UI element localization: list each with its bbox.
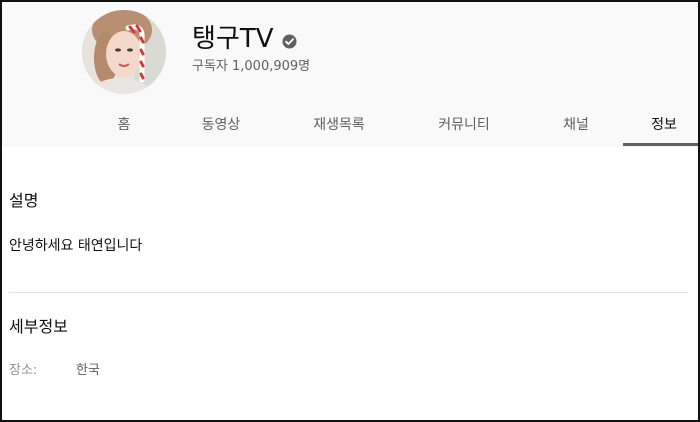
tab-channels[interactable]: 채널 bbox=[552, 106, 600, 146]
location-label: 장소: bbox=[9, 363, 38, 378]
browser-frame: 탱구TV 구독자 1,000,909명 홈 동영상 재생목록 커뮤니티 채널 정… bbox=[0, 0, 700, 422]
description-heading: 설명 bbox=[9, 191, 39, 210]
channel-avatar[interactable] bbox=[82, 10, 166, 94]
section-divider bbox=[9, 292, 688, 293]
verified-check-icon bbox=[282, 34, 297, 49]
active-tab-indicator bbox=[623, 143, 698, 146]
description-text: 안녕하세요 태연입니다 bbox=[9, 238, 143, 254]
subscriber-count: 구독자 1,000,909명 bbox=[192, 59, 311, 74]
channel-name: 탱구TV bbox=[192, 24, 274, 54]
avatar-image bbox=[82, 10, 166, 94]
tab-community[interactable]: 커뮤니티 bbox=[426, 106, 502, 146]
location-value: 한국 bbox=[76, 363, 100, 378]
tab-videos[interactable]: 동영상 bbox=[192, 106, 250, 146]
tab-about[interactable]: 정보 bbox=[640, 106, 688, 146]
channel-header: 탱구TV 구독자 1,000,909명 홈 동영상 재생목록 커뮤니티 채널 정… bbox=[2, 2, 698, 147]
tab-playlists[interactable]: 재생목록 bbox=[302, 106, 376, 146]
channel-tabs: 홈 동영상 재생목록 커뮤니티 채널 정보 bbox=[2, 106, 698, 146]
details-heading: 세부정보 bbox=[9, 317, 68, 336]
tab-home[interactable]: 홈 bbox=[107, 106, 141, 146]
